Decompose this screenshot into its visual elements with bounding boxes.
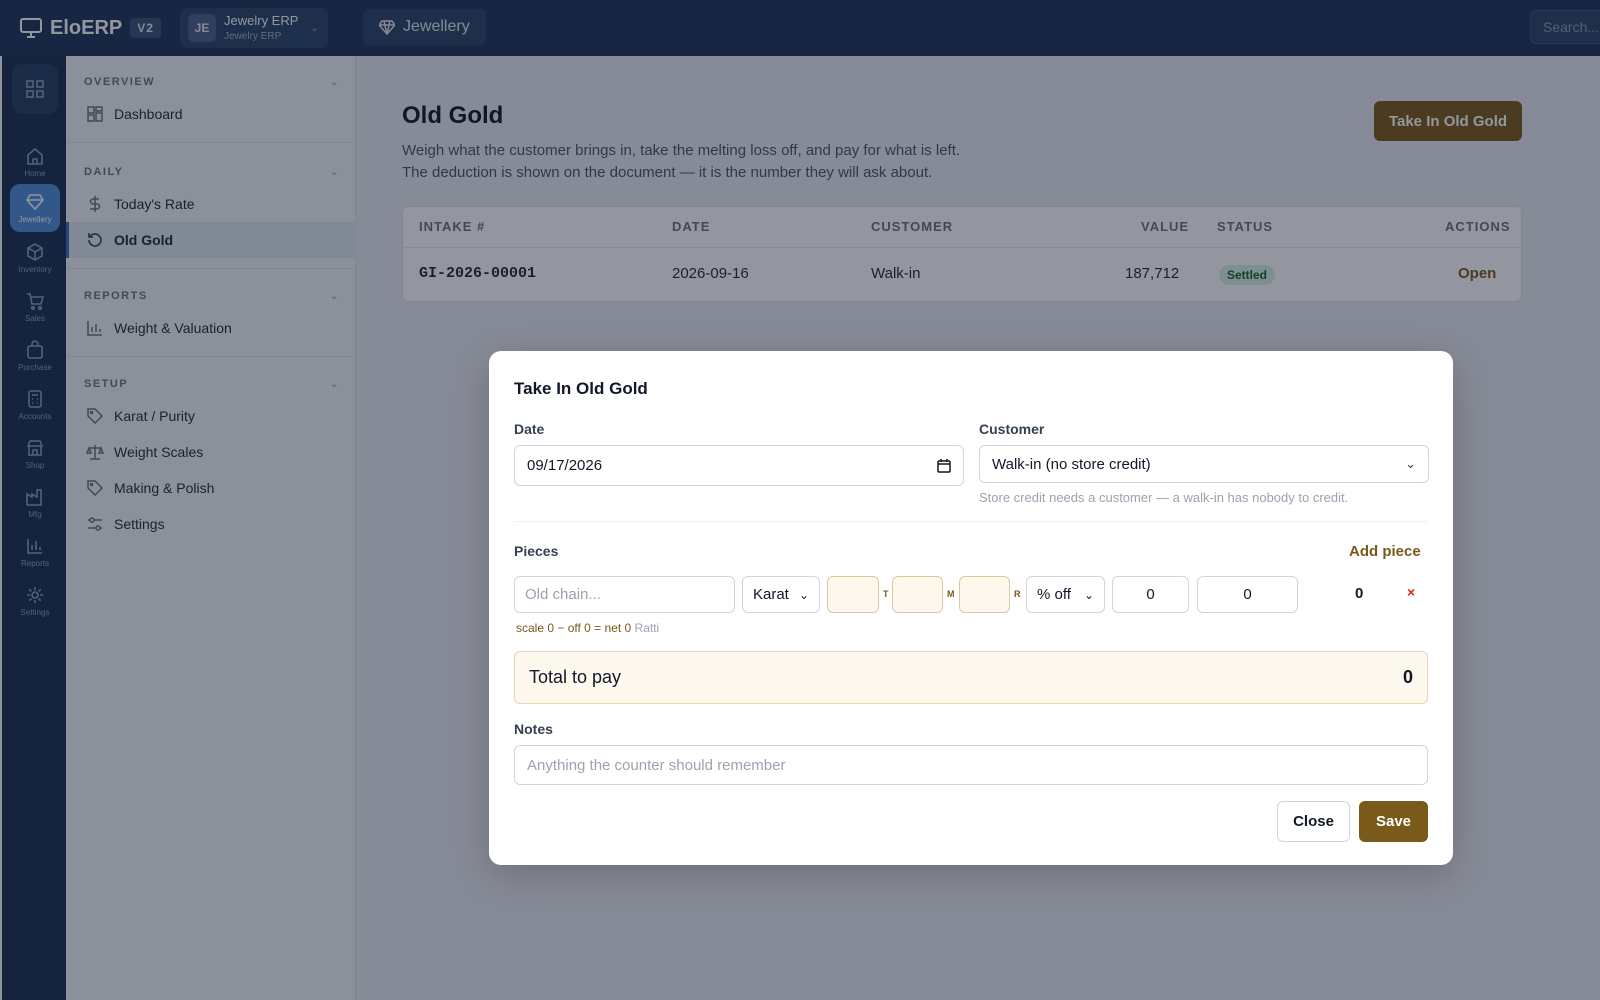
total-to-pay-bar: Total to pay 0 — [514, 651, 1428, 704]
weight-masha-input[interactable] — [892, 576, 943, 613]
calendar-icon[interactable] — [937, 458, 951, 473]
date-input[interactable]: 09/17/2026 — [514, 445, 964, 486]
deduction-value-input[interactable]: 0 — [1112, 576, 1189, 613]
total-value: 0 — [1402, 667, 1413, 687]
chevron-down-icon: ⌄ — [798, 587, 809, 602]
customer-label: Customer — [979, 421, 1045, 437]
deduction-mode-select[interactable]: % off ⌄ — [1026, 576, 1105, 613]
piece-total: 0 — [1355, 585, 1364, 602]
piece-description-input[interactable]: Old chain... — [514, 576, 735, 613]
add-piece-button[interactable]: Add piece — [1349, 543, 1421, 560]
customer-select[interactable]: Walk-in (no store credit) ⌄ — [979, 445, 1429, 483]
modal-title: Take In Old Gold — [514, 379, 648, 398]
notes-input[interactable]: Anything the counter should remember — [514, 745, 1428, 785]
unit-masha-label: M — [947, 589, 955, 599]
divider — [514, 521, 1428, 522]
weight-ratti-input[interactable] — [959, 576, 1010, 613]
pieces-label: Pieces — [514, 543, 559, 559]
scale-summary: scale 0 − off 0 = net 0 Ratti — [516, 621, 660, 635]
total-label: Total to pay — [529, 667, 622, 687]
unit-tola-label: T — [883, 589, 889, 599]
date-label: Date — [514, 421, 545, 437]
karat-select[interactable]: Karat ⌄ — [742, 576, 820, 613]
chevron-down-icon: ⌄ — [1083, 587, 1094, 602]
unit-ratti-label: R — [1014, 589, 1021, 599]
save-button[interactable]: Save — [1359, 801, 1428, 842]
weight-tola-input[interactable] — [827, 576, 879, 613]
take-in-old-gold-modal: Take In Old Gold Date 09/17/2026 Custome… — [489, 351, 1453, 865]
remove-piece-button[interactable]: × — [1407, 584, 1415, 600]
close-button[interactable]: Close — [1277, 801, 1350, 842]
customer-hint: Store credit needs a customer — a walk-i… — [979, 490, 1349, 505]
rate-input[interactable]: 0 — [1197, 576, 1298, 613]
chevron-down-icon: ⌄ — [1405, 456, 1416, 471]
notes-label: Notes — [514, 721, 553, 737]
